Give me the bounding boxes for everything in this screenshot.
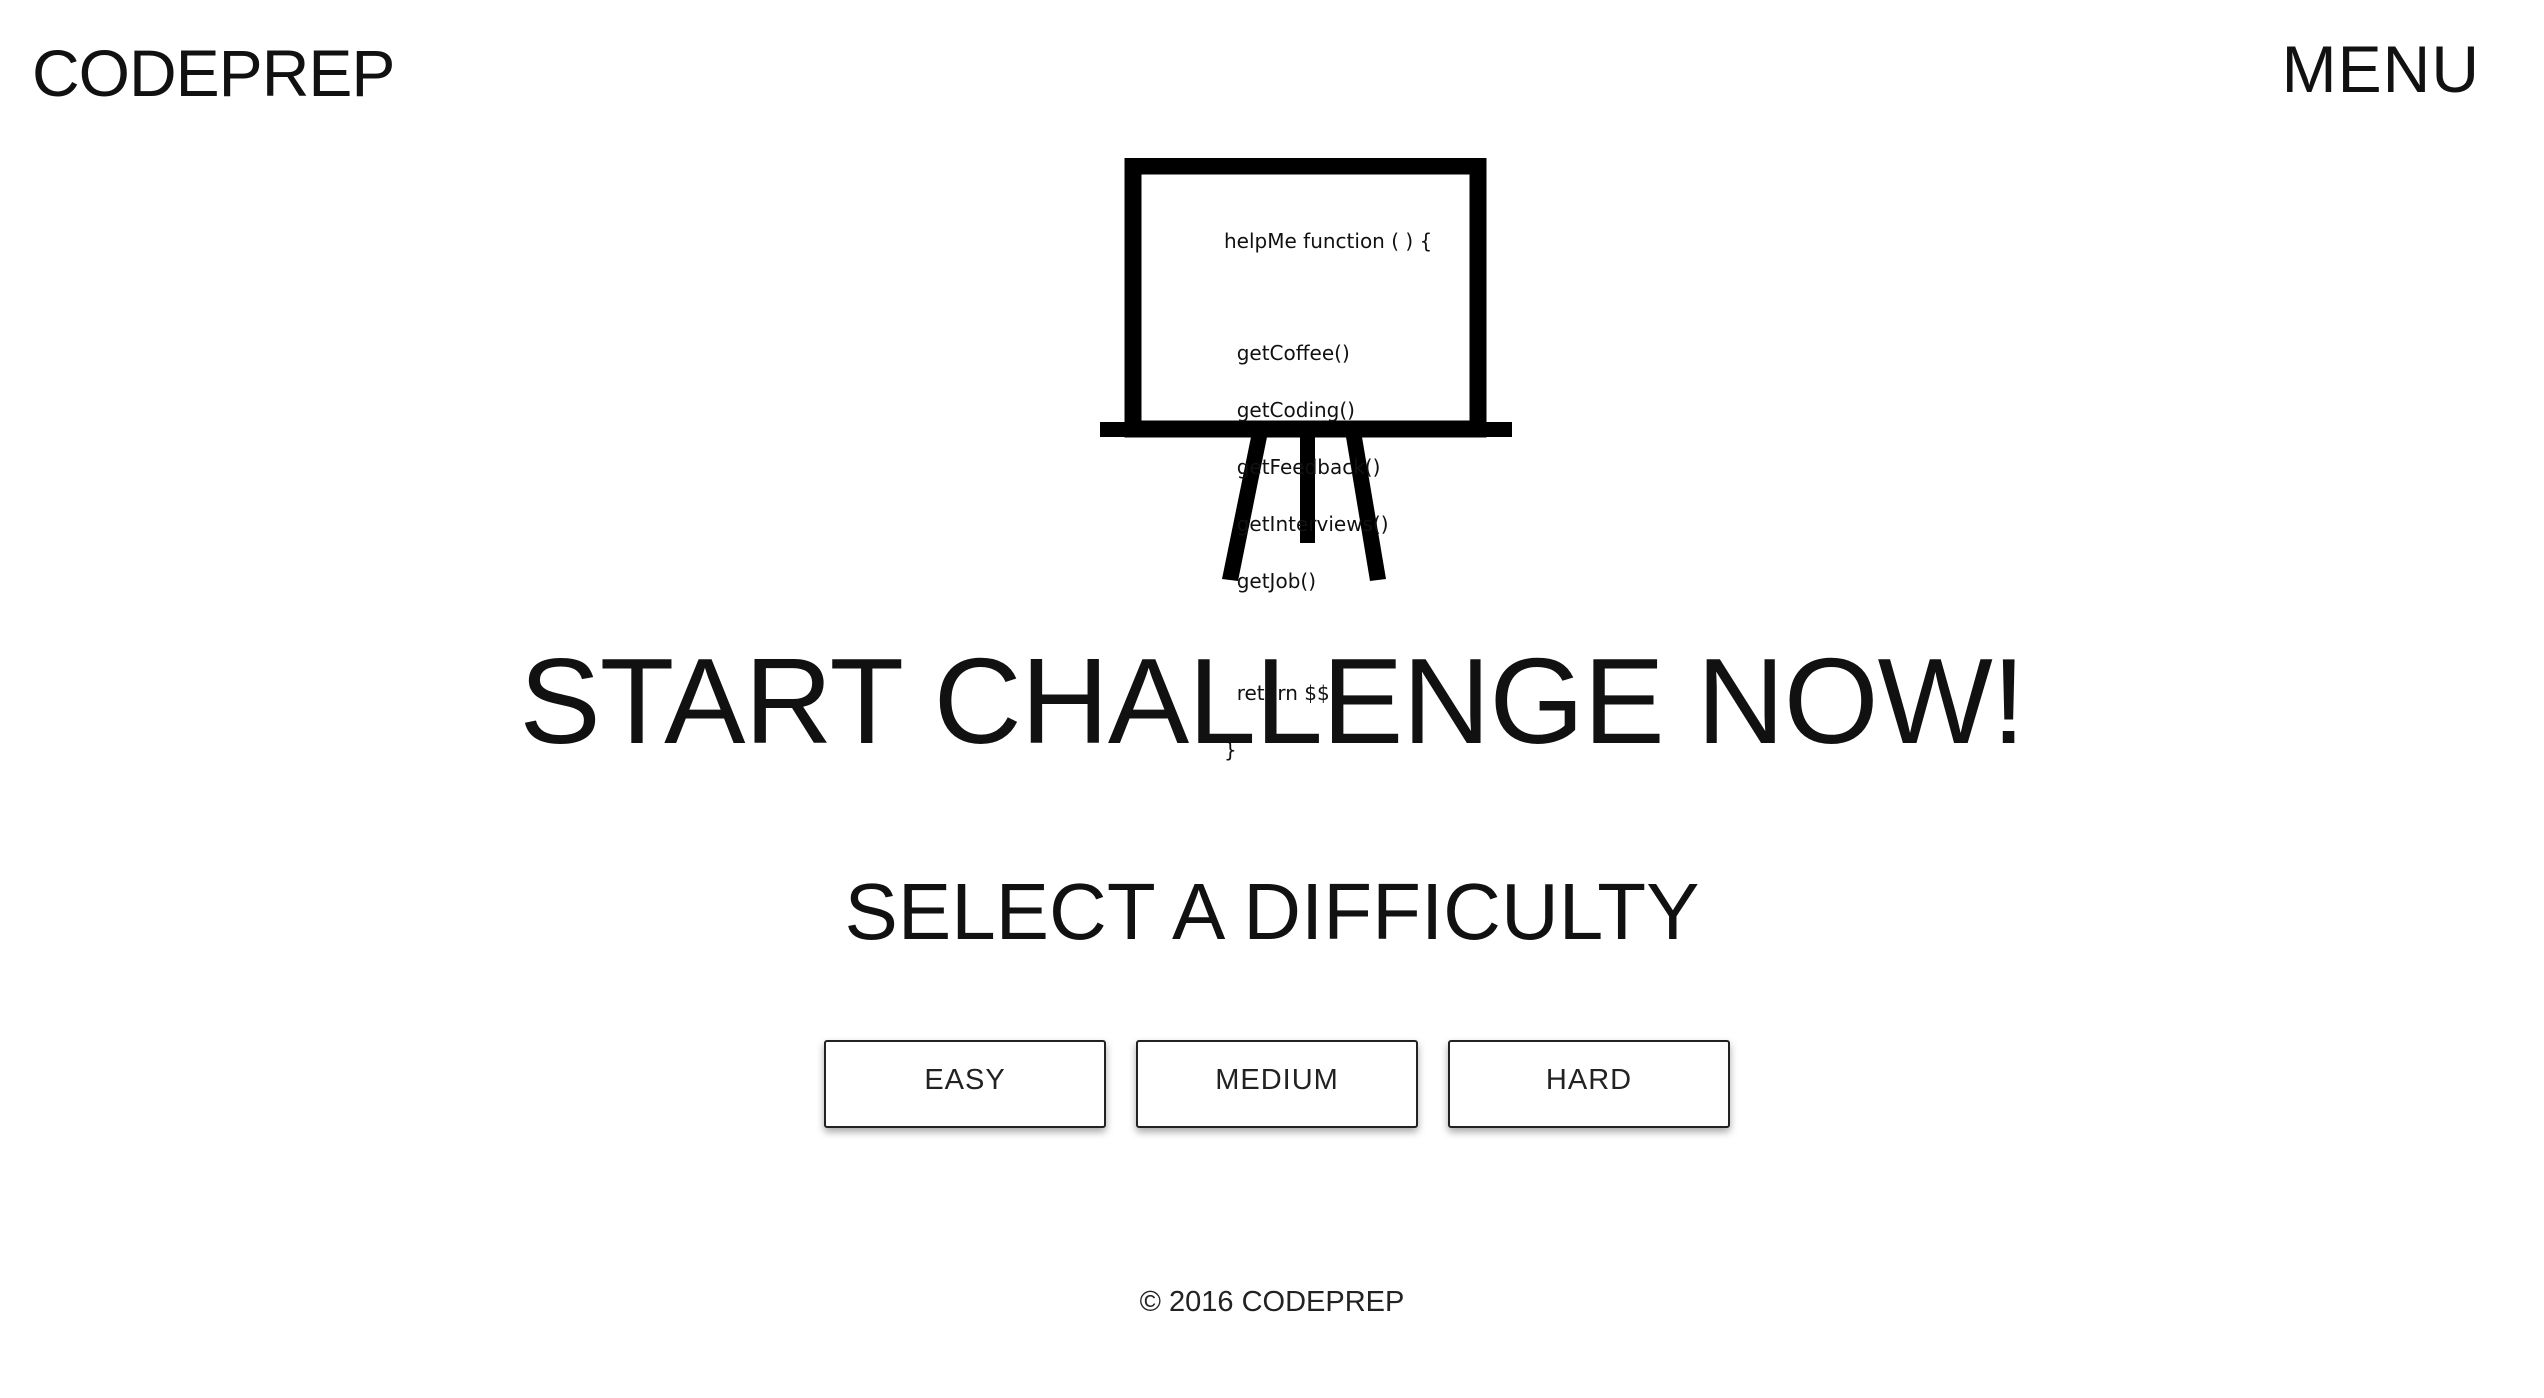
difficulty-button-group: EASY MEDIUM HARD bbox=[0, 1040, 2544, 1128]
code-line: helpMe function ( ) { bbox=[1224, 229, 1433, 253]
medium-button[interactable]: MEDIUM bbox=[1136, 1040, 1418, 1128]
footer-copyright: © 2016 CODEPREP bbox=[1139, 1286, 1405, 1318]
code-line: getJob() bbox=[1224, 569, 1316, 593]
hard-button[interactable]: HARD bbox=[1448, 1040, 1730, 1128]
code-line: getInterviews() bbox=[1224, 512, 1389, 536]
page: CODEPREP MENU helpMe function ( ) { getC… bbox=[0, 0, 2544, 1398]
easy-button[interactable]: EASY bbox=[824, 1040, 1106, 1128]
page-title: START CHALLENGE NOW! bbox=[519, 633, 2025, 769]
code-line: getFeedback() bbox=[1224, 455, 1381, 479]
code-line: getCoding() bbox=[1224, 398, 1355, 422]
brand-logo-link[interactable]: CODEPREP bbox=[32, 40, 395, 106]
difficulty-heading: SELECT A DIFFICULTY bbox=[844, 867, 1700, 956]
code-line: getCoffee() bbox=[1224, 341, 1350, 365]
easel-illustration: helpMe function ( ) { getCoffee() getCod… bbox=[1100, 158, 1512, 760]
menu-button[interactable]: MENU bbox=[2282, 36, 2480, 102]
